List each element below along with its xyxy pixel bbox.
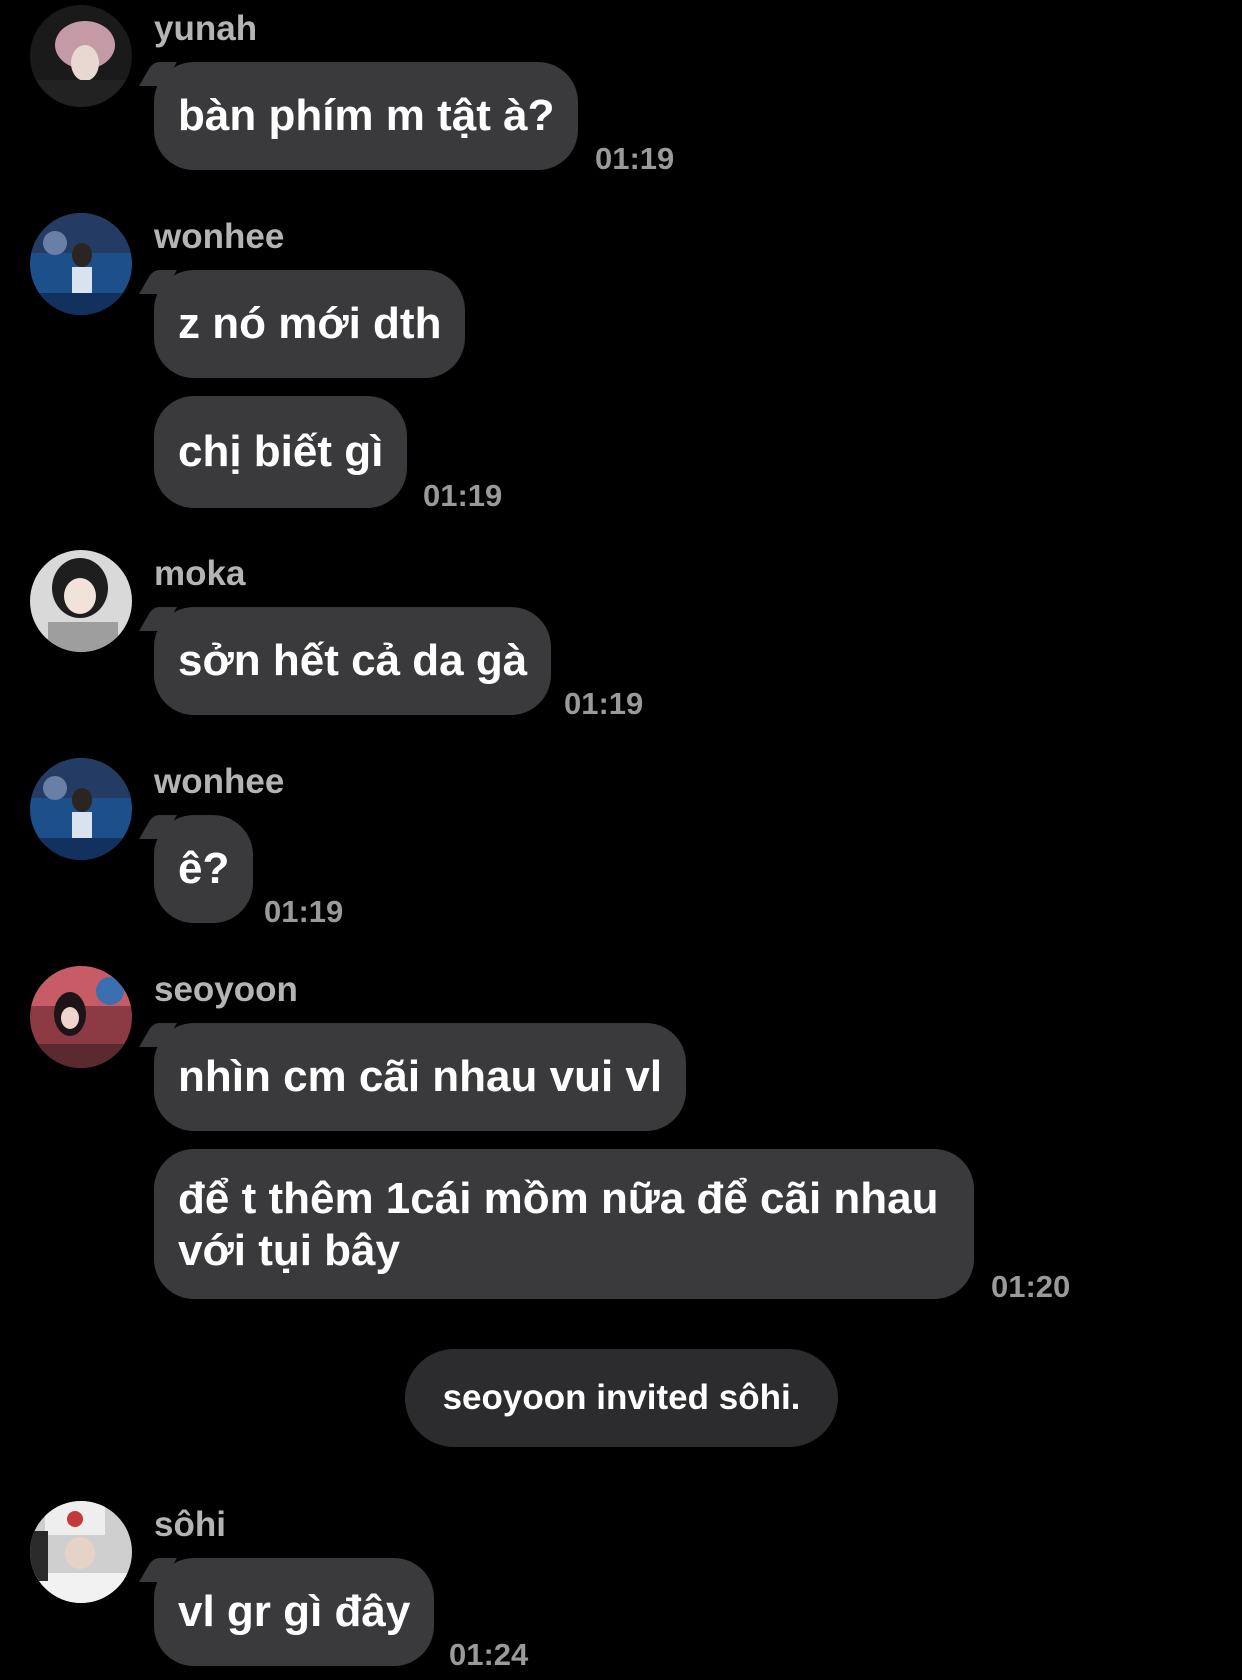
sender-name: moka: [154, 554, 246, 593]
avatar-sohi-icon: [30, 1501, 132, 1603]
avatar[interactable]: [30, 758, 132, 860]
chat-thread: yunah bàn phím m tật à? 01:19 wonhee z n…: [0, 0, 1242, 1680]
timestamp: 01:19: [264, 894, 344, 929]
sender-name: sôhi: [154, 1505, 226, 1544]
avatar-seoyoon-icon: [30, 966, 132, 1068]
timestamp: 01:24: [449, 1637, 529, 1672]
message-bubble[interactable]: sởn hết cả da gà: [139, 607, 552, 715]
avatar[interactable]: [30, 966, 132, 1068]
message-bubble[interactable]: ê?: [139, 815, 254, 923]
sender-name: wonhee: [154, 217, 285, 256]
message-bubble[interactable]: vl gr gì đây: [139, 1558, 435, 1666]
timestamp: 01:19: [595, 141, 675, 176]
avatar[interactable]: [30, 550, 132, 652]
message-text: z nó mới dth: [178, 299, 442, 348]
message-bubble[interactable]: để t thêm 1cái mồm nữa để cãi nhau với t…: [154, 1149, 974, 1299]
avatar-wonhee-icon: [30, 758, 132, 860]
timestamp: 01:19: [564, 686, 644, 721]
sender-name: yunah: [154, 9, 258, 48]
avatar-wonhee-icon: [30, 213, 132, 315]
avatar[interactable]: [30, 213, 132, 315]
avatar-moka-icon: [30, 550, 132, 652]
message-text: bàn phím m tật à?: [178, 91, 555, 140]
message-bubble[interactable]: z nó mới dth: [139, 270, 466, 378]
message-text: ê?: [178, 844, 230, 893]
message-text: nhìn cm cãi nhau vui vl: [178, 1052, 663, 1101]
message-bubble[interactable]: nhìn cm cãi nhau vui vl: [139, 1023, 687, 1131]
avatar[interactable]: [30, 1501, 132, 1603]
timestamp: 01:19: [423, 478, 503, 513]
sender-name: wonhee: [154, 762, 285, 801]
avatar-yunah-icon: [30, 5, 132, 107]
message-text: để t thêm 1cái mồm nữa để cãi nhau với t…: [178, 1174, 939, 1275]
system-notice: seoyoon invited sôhi.: [405, 1349, 838, 1447]
sender-name: seoyoon: [154, 970, 298, 1009]
message-text: sởn hết cả da gà: [178, 636, 528, 685]
avatar[interactable]: [30, 5, 132, 107]
timestamp: 01:20: [991, 1269, 1071, 1304]
message-text: vl gr gì đây: [178, 1587, 411, 1636]
message-bubble[interactable]: chị biết gì: [154, 396, 408, 508]
message-bubble[interactable]: bàn phím m tật à?: [139, 62, 579, 170]
message-text: chị biết gì: [178, 427, 384, 476]
